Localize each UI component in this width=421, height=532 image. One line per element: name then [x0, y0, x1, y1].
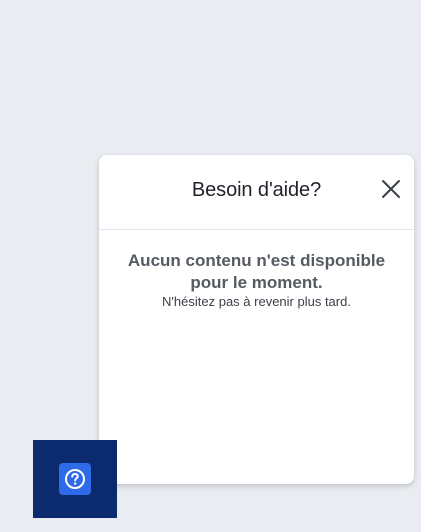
close-icon [382, 180, 400, 198]
help-panel-header: Besoin d'aide? [99, 155, 414, 230]
empty-state-title: Aucun contenu n'est disponible pour le m… [127, 251, 386, 292]
question-circle-icon [65, 469, 85, 489]
help-icon-box [59, 463, 91, 495]
page: Besoin d'aide? Aucun contenu n'est dispo… [0, 0, 421, 532]
help-panel-title: Besoin d'aide? [191, 178, 322, 201]
empty-state-subtitle: N'hésitez pas à revenir plus tard. [162, 294, 351, 309]
help-panel: Besoin d'aide? Aucun contenu n'est dispo… [99, 155, 414, 484]
close-button[interactable] [381, 179, 401, 199]
help-panel-body: Aucun contenu n'est disponible pour le m… [99, 230, 414, 310]
help-launcher-button[interactable] [33, 440, 117, 518]
